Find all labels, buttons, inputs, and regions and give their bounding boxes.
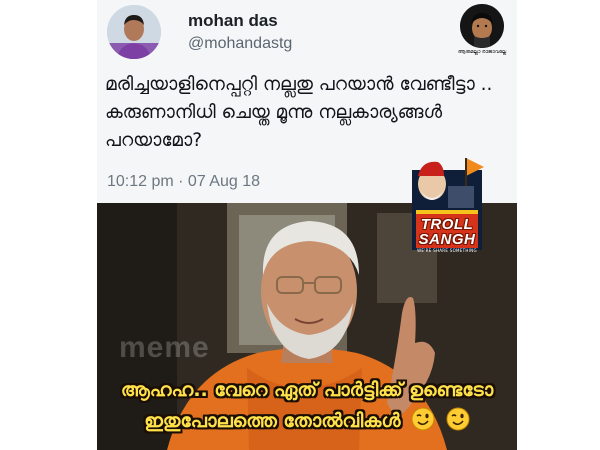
page-logo-caption: ആരുമല്ലാ രാജാവല്ലേ: [457, 49, 507, 55]
display-name[interactable]: mohan das: [188, 11, 278, 31]
caption-line-2-text: ഇതുപോലത്തെ തോൽവികൾ: [144, 410, 401, 432]
avatar[interactable]: [107, 5, 161, 59]
winking-face-icon: [446, 407, 470, 436]
troll-sangh-logo: TROLL SANGH WE'RE SHARE SOMETHING: [408, 156, 486, 254]
caption-line-1: ആഹഹ.. വേറെ ഏത് പാർട്ടിക്ക് ഉണ്ടെടോ: [120, 379, 494, 401]
troll-logo-line-2: SANGH: [418, 231, 476, 248]
watermark: meme: [119, 331, 210, 364]
user-handle[interactable]: @mohandastg: [188, 35, 292, 53]
caption-line-2: ഇതുപോലത്തെ തോൽവികൾ: [97, 407, 517, 436]
winking-face-icon: [411, 407, 435, 436]
page-logo-icon: [460, 4, 504, 48]
tweet-timestamp[interactable]: 10:12 pm · 07 Aug 18: [107, 173, 260, 191]
troll-logo-tagline: WE'RE SHARE SOMETHING: [417, 248, 477, 253]
tweet-text: മരിച്ചയാളിനെപ്പറ്റി നല്ലതു പറയാൻ വേണ്ടീട…: [105, 74, 493, 151]
